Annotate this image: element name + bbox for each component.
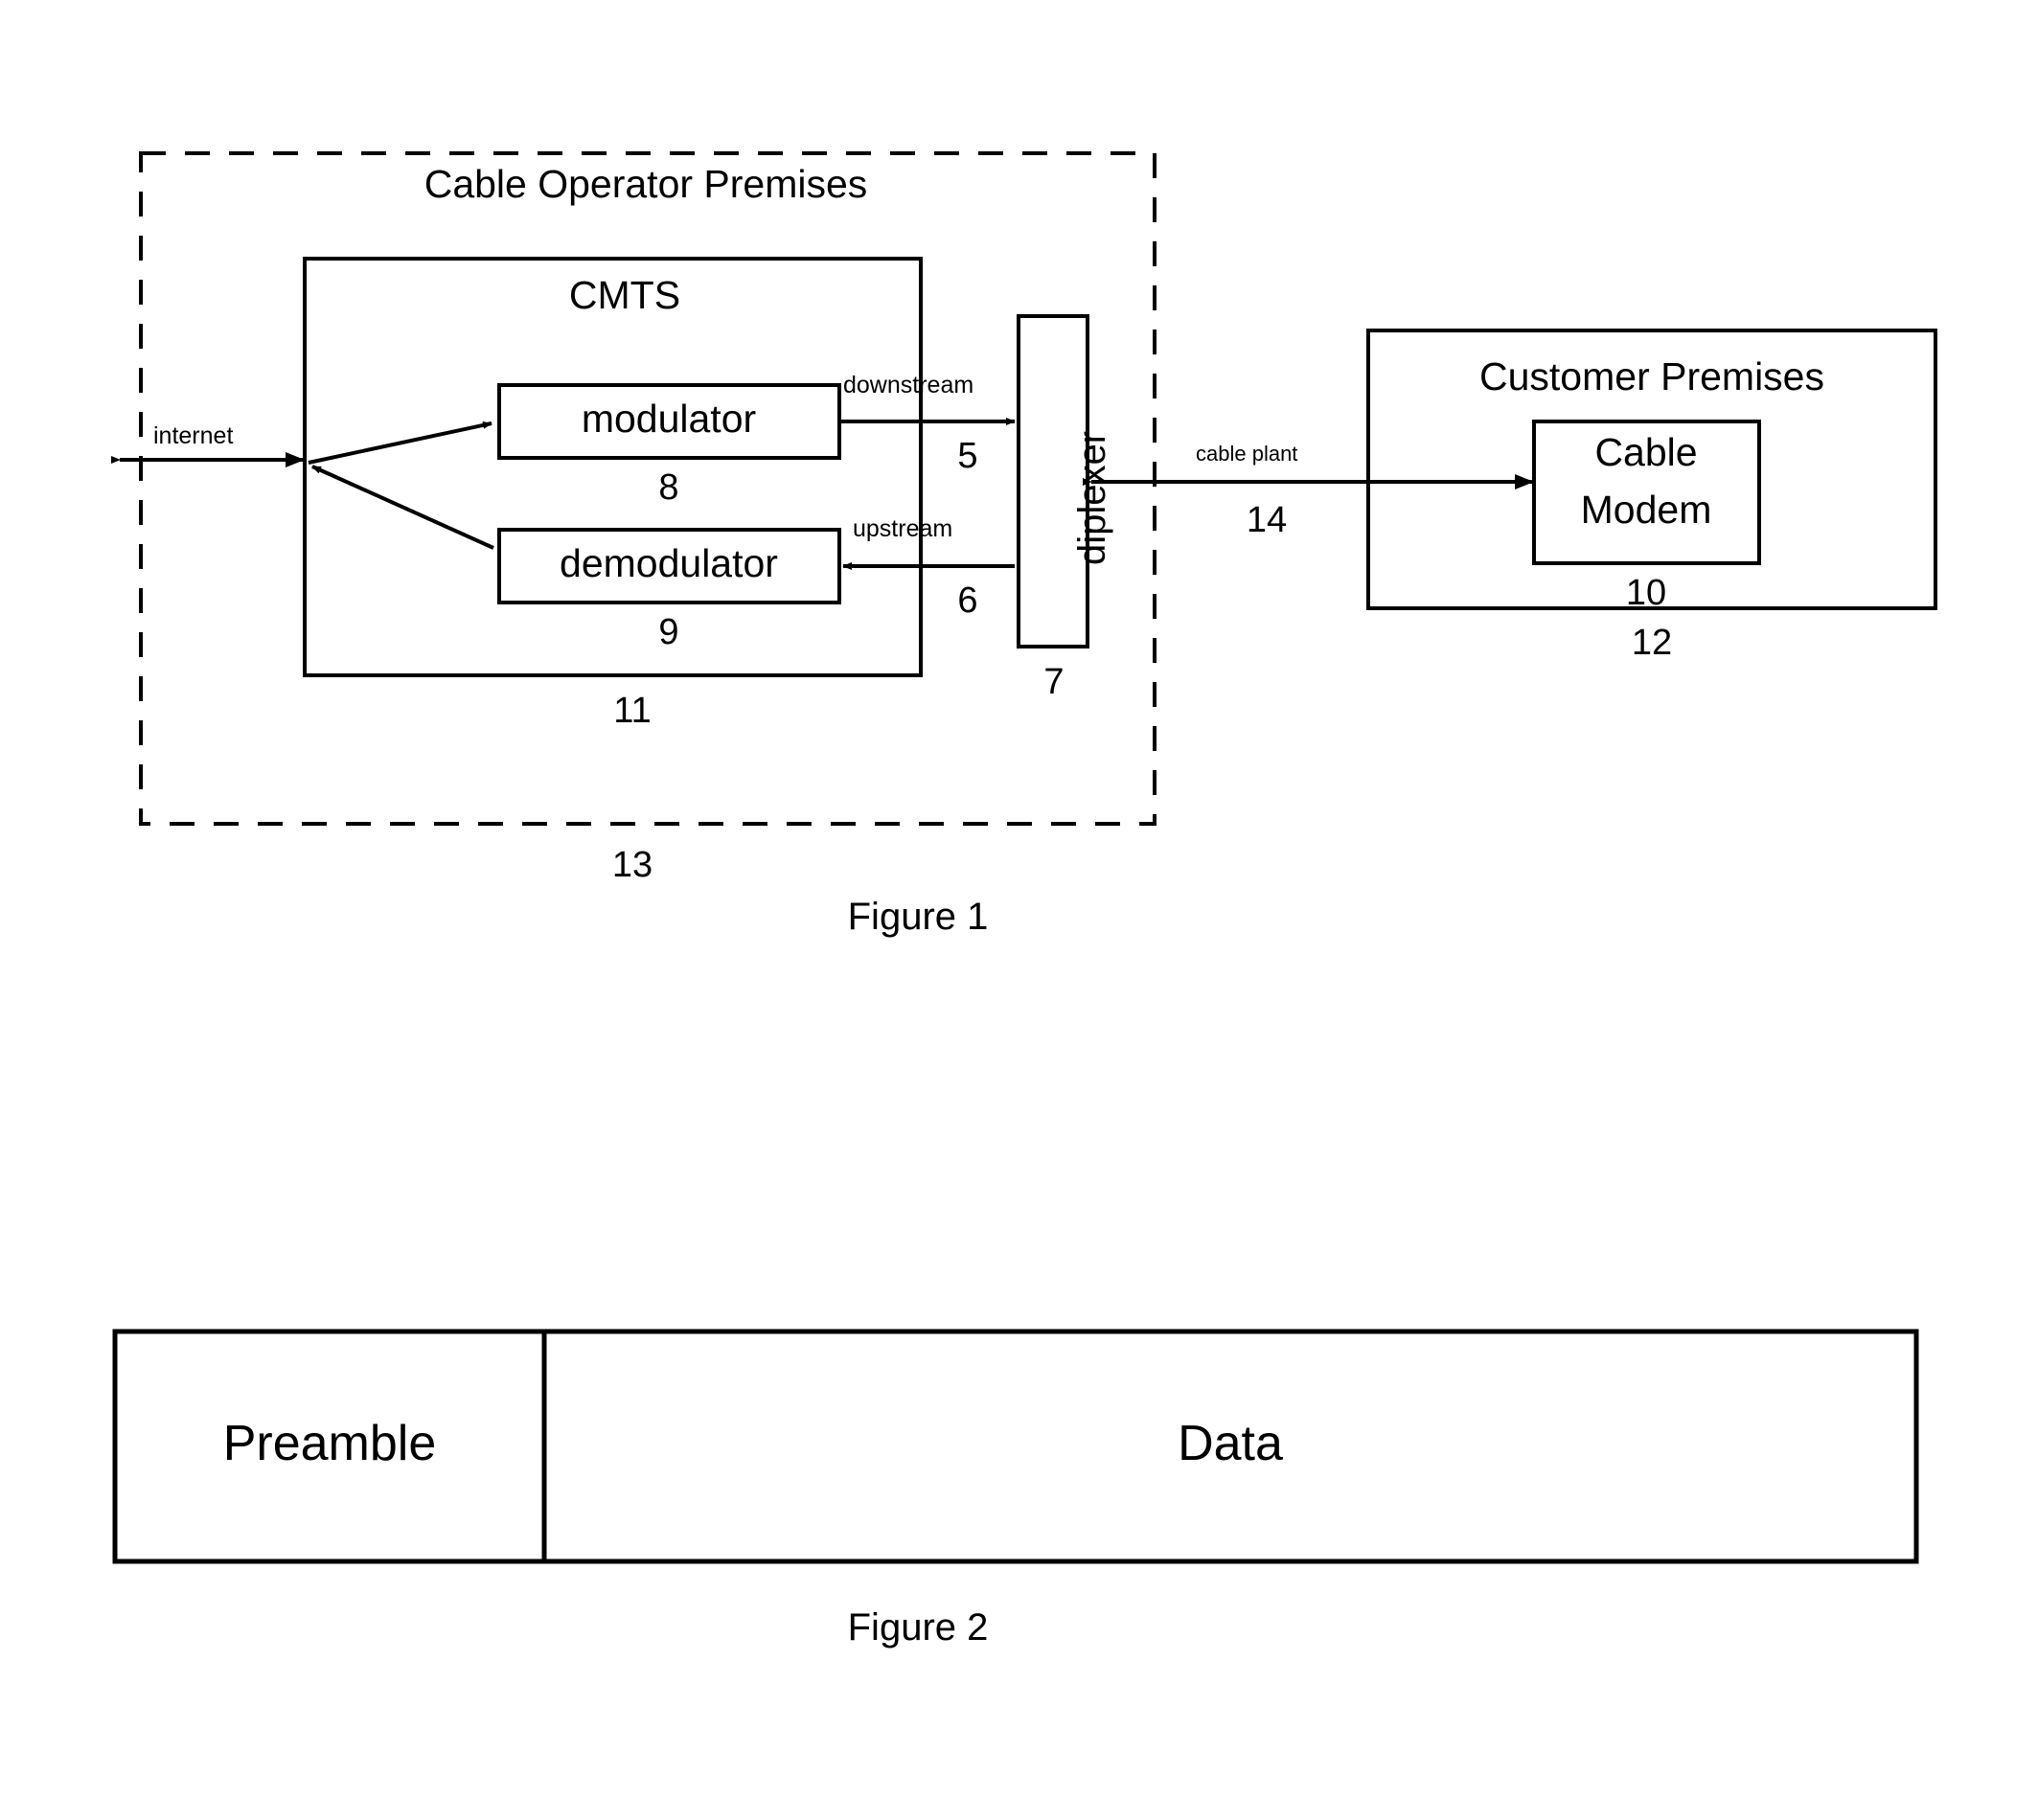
internet-link-label: internet <box>153 422 234 449</box>
ref-9-demodulator: 9 <box>658 612 679 652</box>
ref-6-upstream: 6 <box>957 580 978 621</box>
cable-plant-link-label: cable plant <box>1196 442 1298 466</box>
ref-11-cmts: 11 <box>613 691 652 731</box>
diplexer-label: diplexer <box>1071 430 1113 565</box>
customer-premises-title: Customer Premises <box>1479 354 1824 398</box>
ref-12-customer-premises: 12 <box>1631 623 1673 663</box>
cable-plant-arrowhead-modem <box>1515 474 1534 489</box>
demodulator-label: demodulator <box>560 541 778 585</box>
internet-junction-arrowhead <box>286 452 305 467</box>
cmts-title: CMTS <box>568 273 681 317</box>
cable-modem-label-line2: Modem <box>1580 488 1712 532</box>
frame-field-preamble-label: Preamble <box>222 1416 437 1471</box>
figure2-caption: Figure 2 <box>847 1606 989 1649</box>
upstream-link-label: upstream <box>853 515 953 542</box>
modulator-label: modulator <box>581 397 757 441</box>
figure1-caption: Figure 1 <box>847 896 989 938</box>
cable-operator-premises-title: Cable Operator Premises <box>424 162 868 206</box>
ref-10-cable-modem: 10 <box>1625 573 1667 613</box>
ref-5-downstream: 5 <box>957 436 978 476</box>
ref-13-cable-operator-premises: 13 <box>611 845 653 885</box>
downstream-link-label: downstream <box>843 372 974 398</box>
figure-vector-layer <box>111 151 1937 1564</box>
patent-figure-sheet: Cable Operator Premises 13 CMTS 11 modul… <box>0 0 2038 1820</box>
demodulator-to-internet-line <box>311 465 494 550</box>
ref-8-modulator: 8 <box>658 467 679 508</box>
ref-14-cable-plant: 14 <box>1246 500 1288 540</box>
ref-7-diplexer: 7 <box>1043 662 1065 702</box>
cable-modem-label-line1: Cable <box>1594 430 1698 474</box>
internet-to-modulator-line <box>308 421 492 465</box>
cmts-box <box>303 257 923 677</box>
frame-field-data-label: Data <box>1178 1416 1283 1471</box>
